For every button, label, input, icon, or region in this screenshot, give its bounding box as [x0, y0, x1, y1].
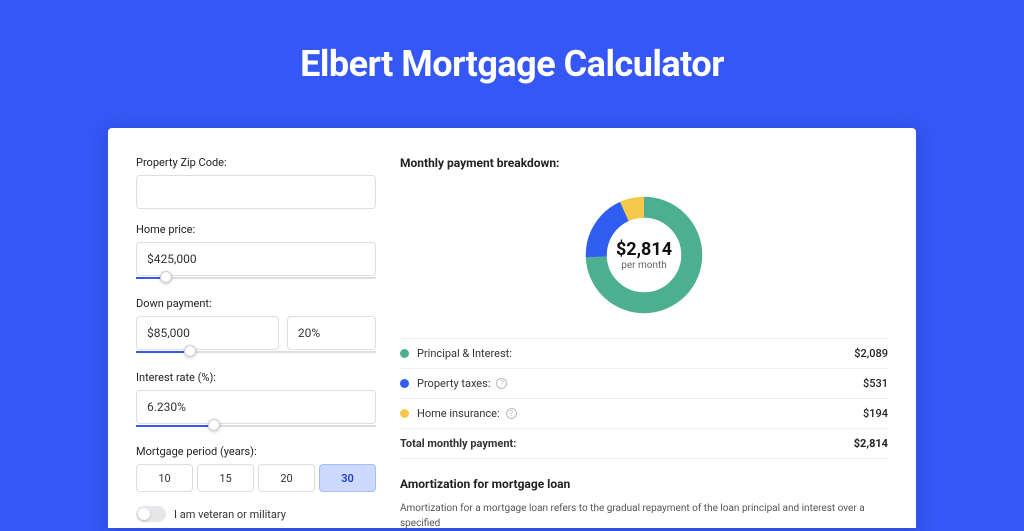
legend-row-taxes: Property taxes:? $531: [400, 369, 888, 399]
zip-group: Property Zip Code:: [136, 156, 376, 209]
period-buttons: 10 15 20 30: [136, 464, 376, 492]
interest-input[interactable]: [136, 390, 376, 424]
period-30-button[interactable]: 30: [319, 464, 376, 492]
donut-center: $2,814 per month: [581, 192, 707, 318]
info-icon[interactable]: ?: [496, 378, 507, 389]
legend: Principal & Interest: $2,089 Property ta…: [400, 338, 888, 459]
donut-sub: per month: [621, 260, 667, 271]
interest-label: Interest rate (%):: [136, 371, 376, 384]
legend-row-insurance: Home insurance:? $194: [400, 399, 888, 429]
dot-icon: [400, 379, 409, 388]
zip-label: Property Zip Code:: [136, 156, 376, 169]
legend-name: Home insurance:?: [417, 407, 863, 420]
veteran-row: I am veteran or military: [136, 506, 376, 522]
inputs-column: Property Zip Code: Home price: Down paym…: [136, 156, 376, 528]
interest-group: Interest rate (%):: [136, 371, 376, 431]
info-icon[interactable]: ?: [506, 408, 517, 419]
period-label: Mortgage period (years):: [136, 445, 376, 458]
zip-input[interactable]: [136, 175, 376, 209]
home-price-group: Home price:: [136, 223, 376, 283]
legend-name: Principal & Interest:: [417, 347, 854, 360]
donut-chart-wrap: $2,814 per month: [400, 182, 888, 326]
veteran-label: I am veteran or military: [174, 508, 286, 521]
legend-value: $531: [863, 377, 888, 390]
home-price-label: Home price:: [136, 223, 376, 236]
down-payment-percent-input[interactable]: [287, 316, 376, 350]
period-10-button[interactable]: 10: [136, 464, 193, 492]
legend-total-name: Total monthly payment:: [400, 437, 854, 450]
home-price-slider[interactable]: [136, 275, 376, 283]
dot-icon: [400, 409, 409, 418]
legend-row-principal: Principal & Interest: $2,089: [400, 339, 888, 369]
donut-amount: $2,814: [616, 239, 672, 260]
legend-value: $194: [863, 407, 888, 420]
dot-icon: [400, 349, 409, 358]
period-20-button[interactable]: 20: [258, 464, 315, 492]
legend-row-total: Total monthly payment: $2,814: [400, 429, 888, 459]
down-payment-label: Down payment:: [136, 297, 376, 310]
veteran-toggle[interactable]: [136, 506, 166, 522]
down-payment-group: Down payment:: [136, 297, 376, 357]
breakdown-title: Monthly payment breakdown:: [400, 156, 888, 170]
home-price-input[interactable]: [136, 242, 376, 276]
amortization-section: Amortization for mortgage loan Amortizat…: [400, 477, 888, 531]
donut-chart: $2,814 per month: [581, 192, 707, 318]
period-15-button[interactable]: 15: [197, 464, 254, 492]
legend-value: $2,089: [854, 347, 888, 360]
interest-slider[interactable]: [136, 423, 376, 431]
page-title: Elbert Mortgage Calculator: [300, 43, 724, 85]
calculator-card: Property Zip Code: Home price: Down paym…: [108, 128, 916, 528]
breakdown-column: Monthly payment breakdown: $2,814 per mo…: [400, 156, 888, 528]
page-header: Elbert Mortgage Calculator: [0, 0, 1024, 128]
legend-total-value: $2,814: [854, 437, 888, 450]
down-payment-amount-input[interactable]: [136, 316, 279, 350]
period-group: Mortgage period (years): 10 15 20 30: [136, 445, 376, 492]
legend-name: Property taxes:?: [417, 377, 863, 390]
down-payment-slider[interactable]: [136, 349, 376, 357]
amortization-title: Amortization for mortgage loan: [400, 477, 888, 491]
amortization-text: Amortization for a mortgage loan refers …: [400, 501, 888, 531]
